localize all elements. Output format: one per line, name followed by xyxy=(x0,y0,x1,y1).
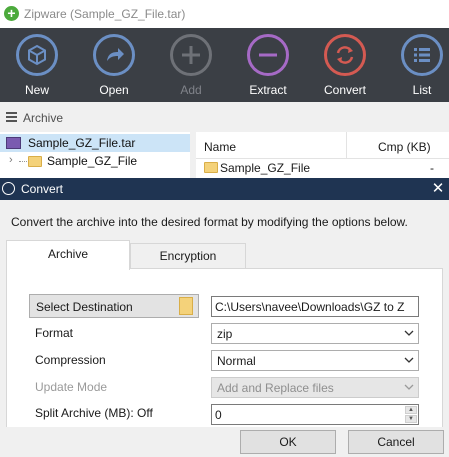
list-button-label: List xyxy=(412,83,432,97)
minus-icon xyxy=(247,34,289,76)
new-button-label: New xyxy=(24,83,49,97)
close-icon[interactable]: ✕ xyxy=(429,179,447,199)
list-item[interactable]: Sample_GZ_File - xyxy=(196,159,449,177)
add-button[interactable]: Add xyxy=(160,28,226,102)
update-mode-select: Add and Replace files xyxy=(211,377,419,398)
select-destination-button[interactable]: Select Destination xyxy=(29,294,199,318)
format-value: zip xyxy=(217,327,233,341)
spin-up-icon[interactable]: ▲ xyxy=(405,406,417,414)
split-archive-stepper[interactable]: 0 ▲ ▼ xyxy=(211,404,419,425)
archive-bar-label: Archive xyxy=(23,111,64,125)
destination-path-field[interactable]: C:\Users\navee\Downloads\GZ to Z xyxy=(211,296,419,317)
window-title-bar: + Zipware (Sample_GZ_File.tar) xyxy=(0,0,449,28)
convert-dialog: Convert ✕ Convert the archive into the d… xyxy=(0,178,449,457)
compression-label: Compression xyxy=(35,353,106,367)
zipware-dialog-icon xyxy=(2,182,15,195)
dialog-description: Convert the archive into the desired for… xyxy=(11,215,408,229)
compression-value: Normal xyxy=(217,354,256,368)
spin-down-icon[interactable]: ▼ xyxy=(405,415,417,423)
archive-icon xyxy=(6,137,21,149)
expand-chevron-icon[interactable]: › xyxy=(9,154,13,166)
archive-bar: Archive xyxy=(0,106,449,130)
extract-button-label: Extract xyxy=(249,83,287,97)
open-button[interactable]: Open xyxy=(83,28,149,102)
tab-encryption[interactable]: Encryption xyxy=(130,243,246,268)
split-archive-label: Split Archive (MB): Off xyxy=(35,406,153,420)
list-icon xyxy=(401,34,443,76)
column-header-cmp[interactable]: Cmp (KB) xyxy=(378,140,431,154)
folder-icon xyxy=(28,156,42,167)
archive-tab-panel: Select Destination C:\Users\navee\Downlo… xyxy=(6,268,443,427)
list-button[interactable]: List xyxy=(391,28,449,102)
tree-item-root[interactable]: Sample_GZ_File.tar xyxy=(0,134,190,152)
list-header: Name Cmp (KB) xyxy=(196,132,449,159)
cube-icon xyxy=(16,34,58,76)
select-destination-label: Select Destination xyxy=(36,300,133,314)
chevron-down-icon xyxy=(404,357,414,363)
folder-tree: Sample_GZ_File.tar › Sample_GZ_File xyxy=(0,132,190,178)
column-divider[interactable] xyxy=(346,132,347,158)
convert-button-label: Convert xyxy=(323,83,367,97)
file-list: Name Cmp (KB) Sample_GZ_File - xyxy=(196,132,449,178)
convert-button[interactable]: Convert xyxy=(314,28,380,102)
main-toolbar: New Open Add Extract Convert List xyxy=(0,28,449,102)
arrow-right-icon xyxy=(93,34,135,76)
update-mode-value: Add and Replace files xyxy=(217,381,334,395)
chevron-down-icon xyxy=(404,330,414,336)
update-mode-label: Update Mode xyxy=(35,380,108,394)
list-item-cmp: - xyxy=(430,161,434,175)
destination-path-value: C:\Users\navee\Downloads\GZ to Z xyxy=(215,300,405,314)
folder-icon xyxy=(204,162,218,173)
ok-button[interactable]: OK xyxy=(240,430,336,454)
hamburger-menu-icon[interactable] xyxy=(6,112,17,122)
plus-icon xyxy=(170,34,212,76)
compression-select[interactable]: Normal xyxy=(211,350,419,371)
list-item-name: Sample_GZ_File xyxy=(220,161,311,175)
cancel-button[interactable]: Cancel xyxy=(348,430,444,454)
chevron-down-icon xyxy=(404,384,414,390)
add-button-label: Add xyxy=(180,83,202,97)
dialog-title-bar: Convert ✕ xyxy=(0,178,449,200)
zipware-app-icon: + xyxy=(4,6,19,21)
tab-archive[interactable]: Archive xyxy=(6,240,130,270)
open-button-label: Open xyxy=(99,83,129,97)
split-archive-value: 0 xyxy=(215,408,222,422)
tree-connector xyxy=(19,161,27,162)
column-header-name[interactable]: Name xyxy=(204,140,236,154)
folder-icon xyxy=(179,297,193,315)
spinner: ▲ ▼ xyxy=(405,406,417,423)
convert-arrows-icon xyxy=(324,34,366,76)
format-label: Format xyxy=(35,326,74,340)
format-select[interactable]: zip xyxy=(211,323,419,344)
tree-child-label: Sample_GZ_File xyxy=(47,154,138,168)
window-title: Zipware (Sample_GZ_File.tar) xyxy=(24,7,186,21)
extract-button[interactable]: Extract xyxy=(237,28,303,102)
dialog-title: Convert xyxy=(21,182,64,196)
tree-root-label: Sample_GZ_File.tar xyxy=(28,136,136,150)
new-button[interactable]: New xyxy=(6,28,72,102)
tree-item-child[interactable]: › Sample_GZ_File xyxy=(0,152,190,170)
